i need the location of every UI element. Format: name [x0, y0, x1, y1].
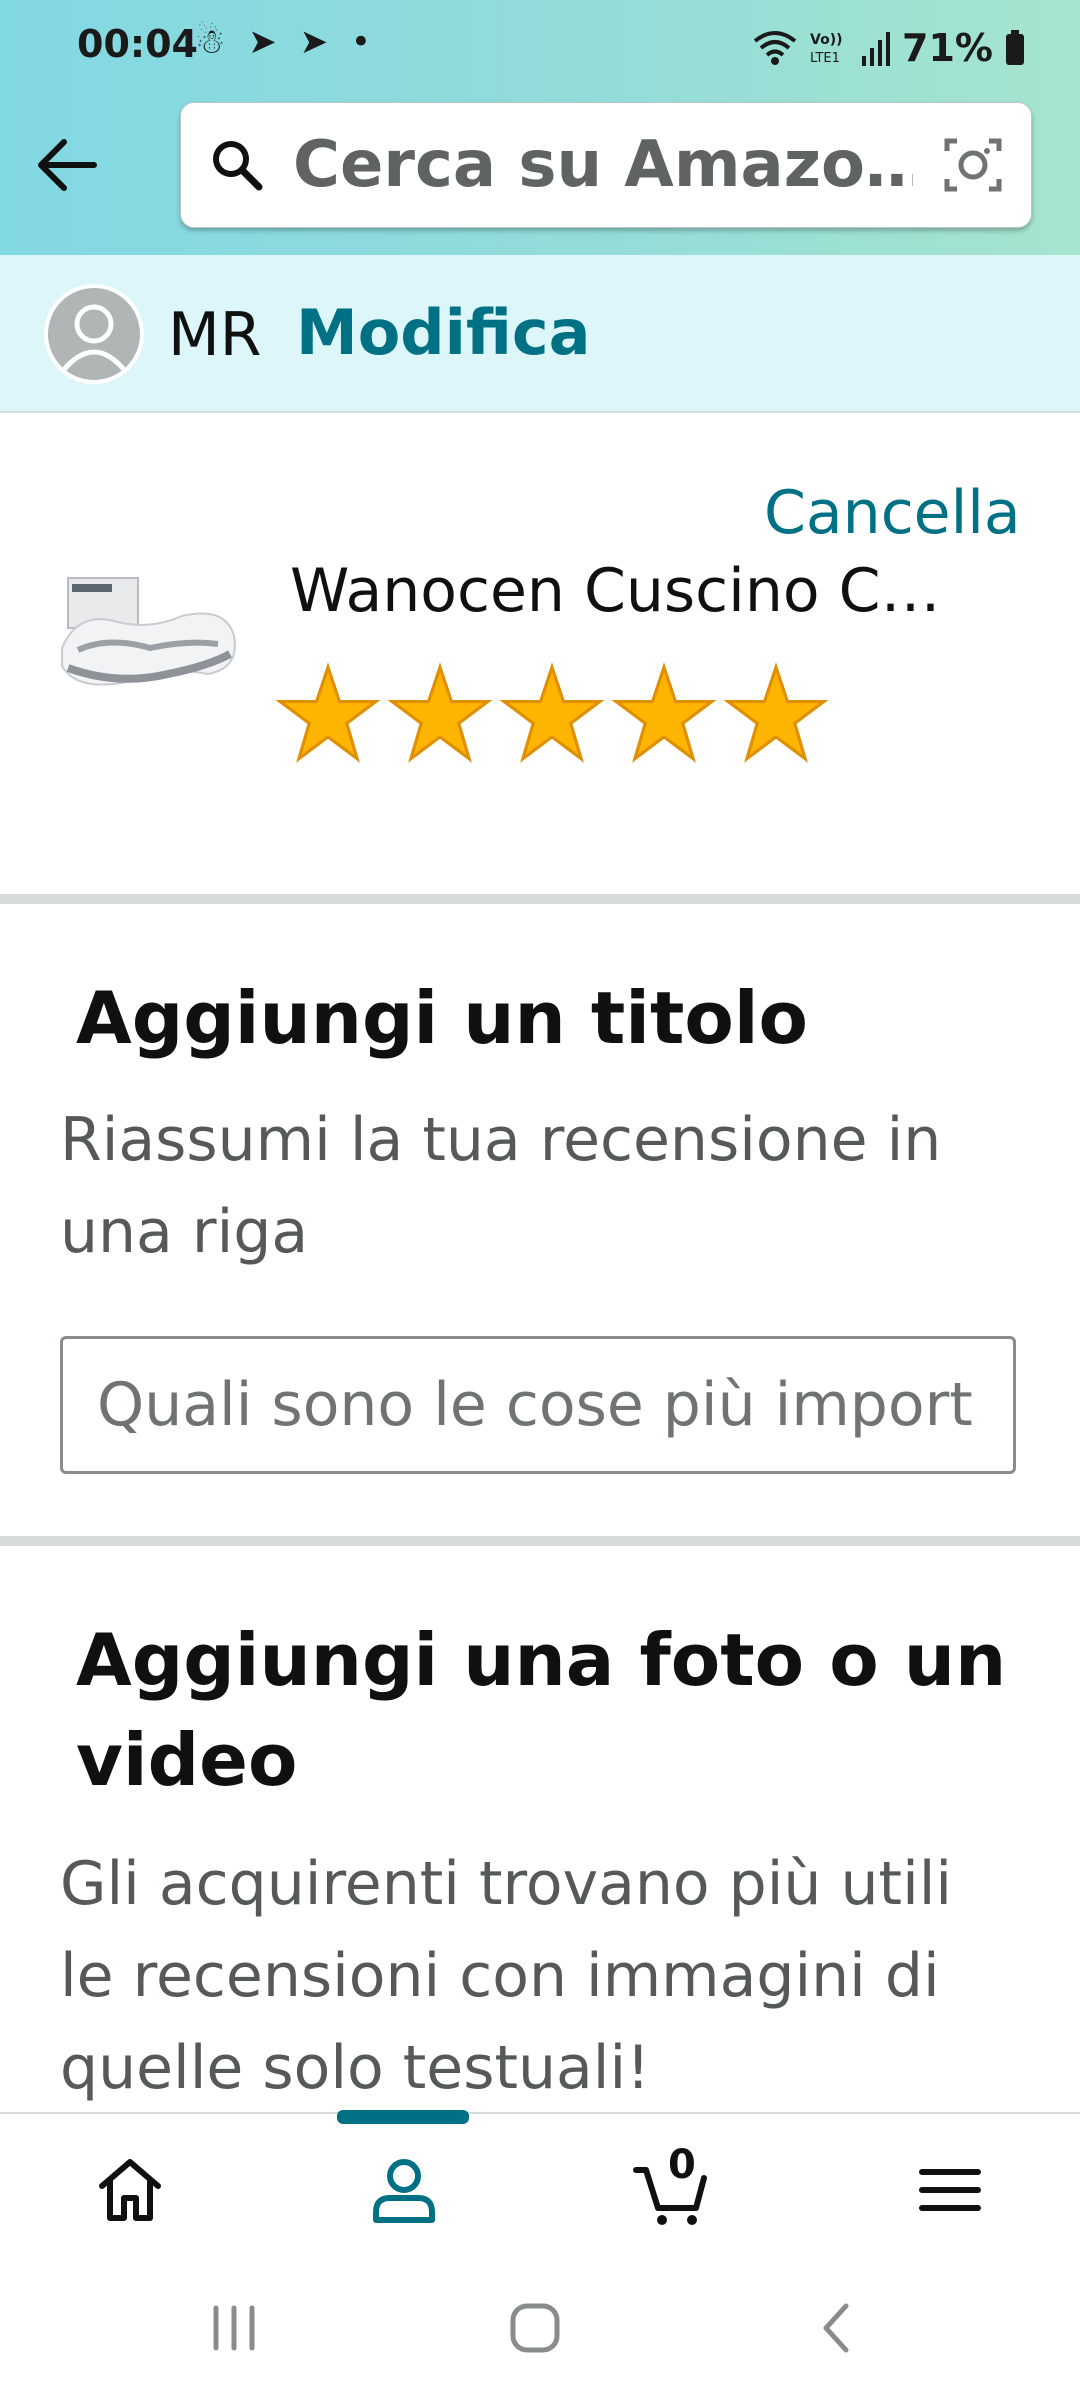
- cart-count: 0: [668, 2142, 696, 2188]
- account-icon[interactable]: [364, 2150, 444, 2230]
- star-icon[interactable]: [500, 662, 604, 766]
- title-description-line1: Riassumi la tua recensione in: [60, 1105, 942, 1175]
- camera-search-icon[interactable]: [941, 133, 1005, 197]
- avatar-silhouette-icon: [60, 304, 128, 374]
- section-divider: [0, 894, 1080, 904]
- recent-apps-icon[interactable]: [206, 2300, 262, 2356]
- product-image: [58, 570, 242, 696]
- wifi-icon: [753, 31, 797, 65]
- search-input[interactable]: [293, 115, 913, 215]
- status-right-cluster: Vo)) LTE1 71%: [752, 18, 1025, 78]
- title-description-line2: una riga: [60, 1197, 309, 1267]
- photo-heading-line2: video: [76, 1718, 298, 1802]
- search-icon: [213, 141, 263, 191]
- search-box[interactable]: [180, 102, 1032, 228]
- avatar: [44, 284, 144, 384]
- star-icon[interactable]: [724, 662, 828, 766]
- section-divider: [0, 1536, 1080, 1546]
- menu-icon[interactable]: [910, 2150, 990, 2230]
- back-arrow-icon: [38, 139, 97, 191]
- star-icon[interactable]: [612, 662, 716, 766]
- photo-description-line3: quelle solo testuali!: [60, 2033, 651, 2103]
- battery-percent: 71%: [902, 26, 993, 70]
- star-icon[interactable]: [276, 662, 380, 766]
- status-notification-icons: ☃ ➤ ➤ •: [195, 22, 377, 62]
- review-title-input[interactable]: [60, 1336, 1016, 1474]
- cancel-link[interactable]: Cancella: [764, 478, 1021, 548]
- volte-icon: Vo)) LTE1: [810, 32, 842, 66]
- home-system-icon[interactable]: [505, 2298, 565, 2358]
- photo-description-line1: Gli acquirenti trovano più utili: [60, 1849, 953, 1919]
- status-time: 00:04: [77, 22, 198, 66]
- photo-description-line2: le recensioni con immagini di: [60, 1941, 940, 2011]
- product-title: Wanocen Cuscino C…: [290, 556, 941, 626]
- profile-name: MR: [168, 300, 262, 370]
- svg-text:LTE1: LTE1: [810, 51, 840, 66]
- home-icon[interactable]: [90, 2150, 170, 2230]
- star-rating[interactable]: [276, 662, 828, 766]
- signal-icon: [862, 32, 890, 66]
- svg-text:Vo)): Vo)): [810, 32, 842, 48]
- photo-heading-line1: Aggiungi una foto o un: [76, 1618, 1007, 1702]
- star-icon[interactable]: [388, 662, 492, 766]
- active-tab-indicator: [337, 2110, 469, 2124]
- title-heading: Aggiungi un titolo: [76, 976, 808, 1060]
- back-button[interactable]: [30, 128, 104, 202]
- back-system-icon[interactable]: [812, 2298, 862, 2358]
- battery-icon: [1005, 30, 1024, 65]
- edit-profile-link[interactable]: Modifica: [296, 296, 590, 369]
